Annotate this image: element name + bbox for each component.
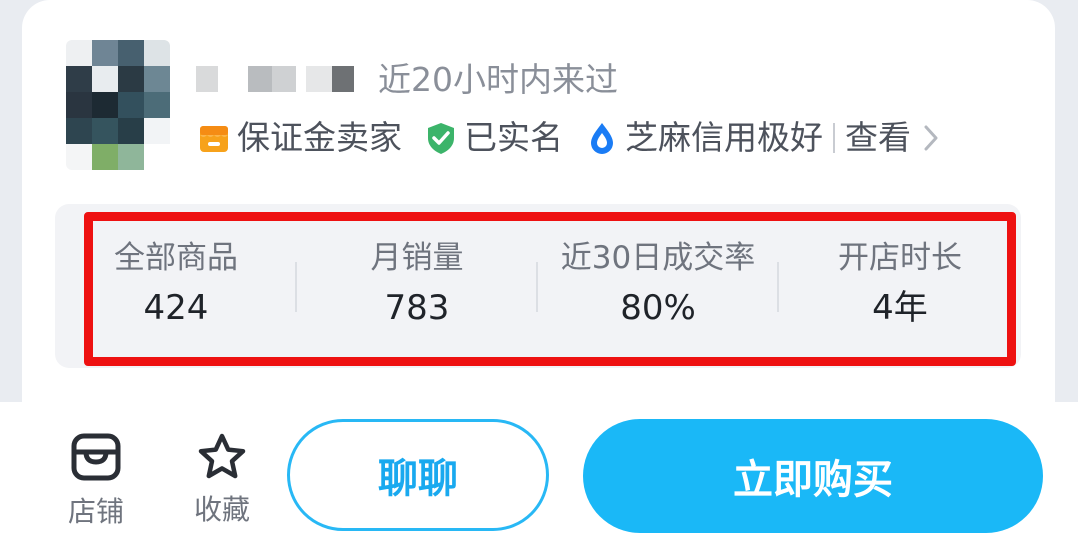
seller-avatar[interactable] <box>66 40 170 170</box>
redaction-block <box>272 66 296 92</box>
avatar-mosaic-cell <box>144 66 170 92</box>
avatar-mosaic-cell <box>92 144 118 170</box>
star-icon <box>198 433 246 479</box>
view-more-link[interactable]: 查看 <box>845 116 939 160</box>
badge-label: 芝麻信用极好 <box>625 118 823 157</box>
shop-button[interactable]: 店铺 <box>62 432 130 530</box>
view-more-label: 查看 <box>845 118 911 157</box>
buy-now-button[interactable]: 立即购买 <box>583 419 1043 533</box>
avatar-mosaic-cell <box>118 40 144 66</box>
sesame-credit-badge[interactable]: 芝麻信用极好 <box>585 116 823 160</box>
seller-badges[interactable]: 保证金卖家 已实名 芝麻信用极好 查看 <box>197 114 939 162</box>
redaction-block <box>306 66 332 92</box>
avatar-mosaic-cell <box>92 66 118 92</box>
avatar-mosaic-cell <box>66 40 92 66</box>
chat-button[interactable]: 聊聊 <box>287 419 549 531</box>
avatar-mosaic-cell <box>118 66 144 92</box>
avatar-mosaic-cell <box>66 118 92 144</box>
avatar-mosaic-cell <box>118 118 144 144</box>
chevron-right-icon <box>924 125 938 151</box>
deposit-seller-badge[interactable]: 保证金卖家 <box>197 116 402 160</box>
avatar-mosaic-cell <box>66 66 92 92</box>
seller-name-redacted[interactable] <box>196 62 356 98</box>
badge-label: 已实名 <box>464 118 563 157</box>
store-icon <box>71 433 121 481</box>
redaction-block <box>332 66 354 92</box>
sesame-credit-drop-icon <box>591 123 613 154</box>
stats-highlight-box <box>84 212 1016 366</box>
avatar-mosaic-cell <box>118 92 144 118</box>
avatar-mosaic-cell <box>66 92 92 118</box>
view-more-divider <box>833 123 835 153</box>
shop-deposit-icon <box>200 126 228 152</box>
avatar-mosaic-cell <box>92 118 118 144</box>
real-name-badge[interactable]: 已实名 <box>424 116 563 160</box>
avatar-mosaic-cell <box>144 92 170 118</box>
avatar-mosaic-cell <box>118 144 144 170</box>
avatar-mosaic-cell <box>144 40 170 66</box>
avatar-mosaic-cell <box>92 92 118 118</box>
avatar-mosaic-cell <box>92 40 118 66</box>
shop-label: 店铺 <box>67 495 124 528</box>
verified-shield-icon <box>428 123 454 154</box>
avatar-mosaic-cell <box>144 144 170 170</box>
favorite-button[interactable]: 收藏 <box>188 432 256 528</box>
favorite-label: 收藏 <box>193 493 250 526</box>
avatar-mosaic-cell <box>66 144 92 170</box>
redaction-block <box>248 66 272 92</box>
badge-label: 保证金卖家 <box>237 118 402 157</box>
redaction-block <box>196 66 218 92</box>
avatar-mosaic-cell <box>144 118 170 144</box>
last-seen-text: 近20小时内来过 <box>378 60 618 99</box>
